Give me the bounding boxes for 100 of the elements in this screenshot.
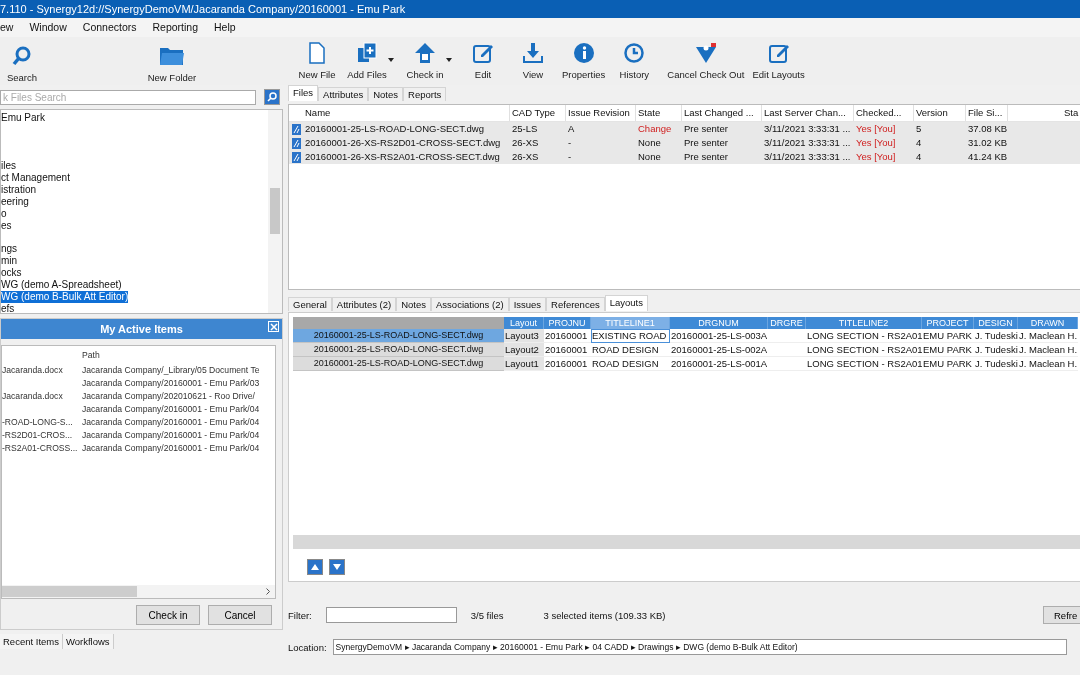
- tab[interactable]: Workflows: [62, 634, 114, 649]
- column-header[interactable]: Checked...: [854, 105, 914, 121]
- toolbar-button[interactable]: Edit: [458, 37, 508, 88]
- column-header[interactable]: TITLELINE2: [806, 317, 922, 329]
- tab[interactable]: Recent Items: [0, 634, 63, 649]
- folder-icon: [159, 45, 185, 67]
- filter-field[interactable]: [325, 607, 457, 623]
- tree-item[interactable]: o: [1, 208, 7, 220]
- table-cell-text: 25-LS: [511, 122, 539, 136]
- table-cell-text: 26-XS: [511, 150, 540, 164]
- column-header[interactable]: DRAWN: [1018, 317, 1078, 329]
- tab[interactable]: Notes: [396, 297, 432, 311]
- table-cell-text: Change: [637, 122, 673, 136]
- row-header[interactable]: 20160001-25-LS-ROAD-LONG-SECT.dwg: [293, 343, 504, 357]
- scrollbar[interactable]: [293, 535, 1080, 549]
- column-header[interactable]: State: [636, 105, 682, 121]
- column-header[interactable]: Issue Revision: [566, 105, 636, 121]
- column-header[interactable]: PROJNU: [544, 317, 591, 329]
- tab[interactable]: Layouts: [604, 295, 648, 311]
- row-header[interactable]: 20160001-25-LS-ROAD-LONG-SECT.dwg: [293, 329, 504, 343]
- table-cell-text: -: [567, 150, 573, 164]
- tab[interactable]: Files: [288, 85, 319, 101]
- menu-item[interactable]: Window: [21, 18, 75, 37]
- menu-item[interactable]: Reporting: [144, 18, 207, 37]
- table-cell-text: 4: [915, 136, 923, 150]
- table-cell-text: Jacaranda Company/202010621 - Roo Drive/: [82, 390, 256, 403]
- up-triangle-icon: [311, 564, 319, 570]
- tree-item[interactable]: WG (demo B-Bulk Att Editor): [1, 291, 129, 303]
- column-header[interactable]: PROJECT: [922, 317, 974, 329]
- table-cell-text: Jacaranda Company/20160001 - Emu Park/03: [82, 377, 261, 390]
- row-header[interactable]: 20160001-25-LS-ROAD-LONG-SECT.dwg: [293, 357, 504, 371]
- menu-item[interactable]: Help: [206, 18, 244, 37]
- column-header[interactable]: DRGRE: [768, 317, 806, 329]
- table-cell-text: None: [637, 136, 662, 150]
- table-cell: ROAD DESIGN: [592, 358, 659, 369]
- tree-item[interactable]: ocks: [1, 267, 22, 279]
- menu-item[interactable]: Connectors: [74, 18, 145, 37]
- file-icon: [308, 42, 326, 64]
- column-header[interactable]: Layout: [504, 317, 544, 329]
- toolbar-button[interactable]: Cancel Check Out: [663, 37, 749, 88]
- column-header[interactable]: Last Server Chan...: [762, 105, 854, 121]
- column-header[interactable]: Sta: [1062, 105, 1080, 121]
- tab[interactable]: References: [546, 297, 605, 311]
- scrollbar[interactable]: [2, 585, 275, 598]
- search-button[interactable]: [264, 89, 280, 105]
- toolbar-button[interactable]: Search: [0, 37, 44, 85]
- dropdown-caret-icon[interactable]: [446, 58, 452, 62]
- column-header[interactable]: Path: [82, 346, 280, 364]
- tab[interactable]: Attributes: [318, 87, 369, 101]
- column-header[interactable]: CAD Type: [510, 105, 566, 121]
- clock-icon: [623, 42, 646, 64]
- menu-item[interactable]: ew: [0, 18, 22, 37]
- tab[interactable]: Reports: [403, 87, 447, 101]
- move-up-button[interactable]: [307, 559, 323, 575]
- tree-item[interactable]: Emu Park: [1, 112, 45, 124]
- scrollbar[interactable]: [268, 110, 282, 313]
- column-header[interactable]: Last Changed ...: [682, 105, 762, 121]
- tree-item[interactable]: eering: [1, 196, 29, 208]
- table-cell-text: Jacaranda Company/20160001 - Emu Park/04: [82, 416, 261, 429]
- dialog-button[interactable]: Check in: [136, 605, 200, 625]
- tab[interactable]: General: [288, 297, 332, 311]
- column-header[interactable]: DRGNUM: [670, 317, 768, 329]
- toolbar-button[interactable]: New File: [292, 37, 342, 88]
- edit-icon: [472, 42, 494, 64]
- column-header[interactable]: Name: [303, 105, 510, 121]
- toolbar-button[interactable]: Edit Layouts: [748, 37, 809, 88]
- tree-item[interactable]: es: [1, 220, 12, 232]
- toolbar-button[interactable]: New Folder: [122, 37, 222, 85]
- toolbar-button[interactable]: Properties: [558, 37, 610, 88]
- download-icon: [522, 42, 544, 64]
- tab[interactable]: Attributes (2): [331, 297, 397, 311]
- column-header[interactable]: DESIGN: [974, 317, 1018, 329]
- refresh-button[interactable]: Refre: [1043, 606, 1080, 624]
- tab[interactable]: Notes: [368, 87, 404, 101]
- table-cell: 20160001: [545, 358, 588, 369]
- toolbar-button[interactable]: History: [609, 37, 660, 88]
- column-header[interactable]: Version: [914, 105, 966, 121]
- table-cell: EMU PARK: [923, 330, 972, 341]
- dropdown-caret-icon[interactable]: [388, 58, 394, 62]
- tree-item[interactable]: efs: [1, 303, 15, 315]
- table-cell-text: 5: [915, 122, 923, 136]
- tab[interactable]: Issues: [508, 297, 547, 311]
- tree-item[interactable]: min: [1, 255, 18, 267]
- table-cell-text: Pre senter: [683, 122, 729, 136]
- tree-item[interactable]: ct Management: [1, 172, 70, 184]
- move-down-button[interactable]: [329, 559, 345, 575]
- tree-item[interactable]: ngs: [1, 243, 18, 255]
- tree-item[interactable]: istration: [1, 184, 36, 196]
- table-cell-text: Pre senter: [683, 150, 729, 164]
- search-field[interactable]: k Files Search: [0, 89, 256, 105]
- search-icon: [267, 92, 277, 102]
- tree-item[interactable]: iles: [1, 160, 16, 172]
- close-button[interactable]: [268, 321, 279, 332]
- tree-item[interactable]: WG (demo A-Spreadsheet): [1, 279, 122, 291]
- toolbar-button[interactable]: View: [508, 37, 558, 88]
- dialog-button[interactable]: Cancel: [208, 605, 272, 625]
- column-header[interactable]: File Si...: [966, 105, 1008, 121]
- tab[interactable]: Associations (2): [431, 297, 509, 311]
- edit-icon: [767, 42, 790, 64]
- table-cell-text: Jacaranda Company/_Library/05 Document Te: [82, 364, 261, 377]
